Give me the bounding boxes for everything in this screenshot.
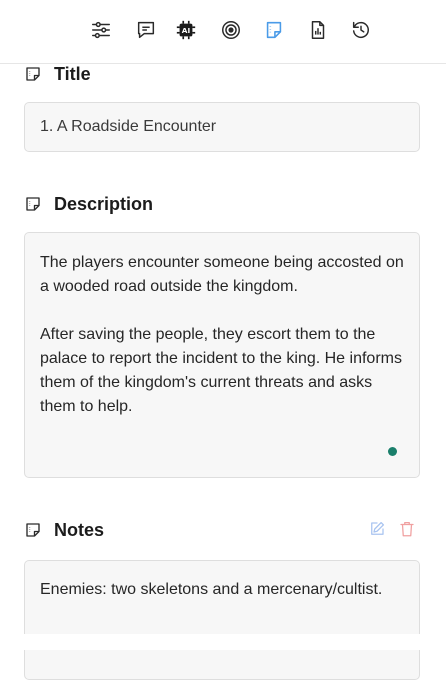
note-icon xyxy=(24,521,42,539)
report-icon[interactable] xyxy=(306,17,330,43)
note-icon[interactable] xyxy=(262,17,286,43)
description-section-header: Description xyxy=(24,192,153,216)
notes-textarea[interactable]: Enemies: two skeletons and a mercenary/c… xyxy=(24,560,420,680)
svg-text:AI: AI xyxy=(182,26,191,35)
target-icon[interactable] xyxy=(219,17,243,43)
edit-icon[interactable] xyxy=(368,519,386,539)
note-icon xyxy=(24,195,42,213)
comment-icon[interactable] xyxy=(134,17,158,43)
title-input[interactable]: 1. A Roadside Encounter xyxy=(24,102,420,152)
note-icon xyxy=(24,65,42,83)
notes-label: Notes xyxy=(54,519,105,540)
description-paragraph: The players encounter someone being acco… xyxy=(40,254,404,295)
title-section-header: Title xyxy=(24,62,91,86)
settings-sliders-icon[interactable] xyxy=(89,17,113,43)
description-paragraph: After saving the people, they escort the… xyxy=(40,326,402,415)
description-label: Description xyxy=(54,193,154,214)
history-icon[interactable] xyxy=(349,17,373,43)
description-textarea[interactable]: The players encounter someone being acco… xyxy=(24,232,420,478)
note-actions xyxy=(368,519,416,539)
trash-icon[interactable] xyxy=(398,519,416,539)
top-toolbar: AI xyxy=(0,0,446,64)
status-dot xyxy=(388,447,397,456)
scroll-fade xyxy=(0,634,446,650)
ai-chip-icon[interactable]: AI xyxy=(174,17,198,43)
title-label: Title xyxy=(54,63,91,84)
notes-section-header: Notes xyxy=(24,518,104,542)
